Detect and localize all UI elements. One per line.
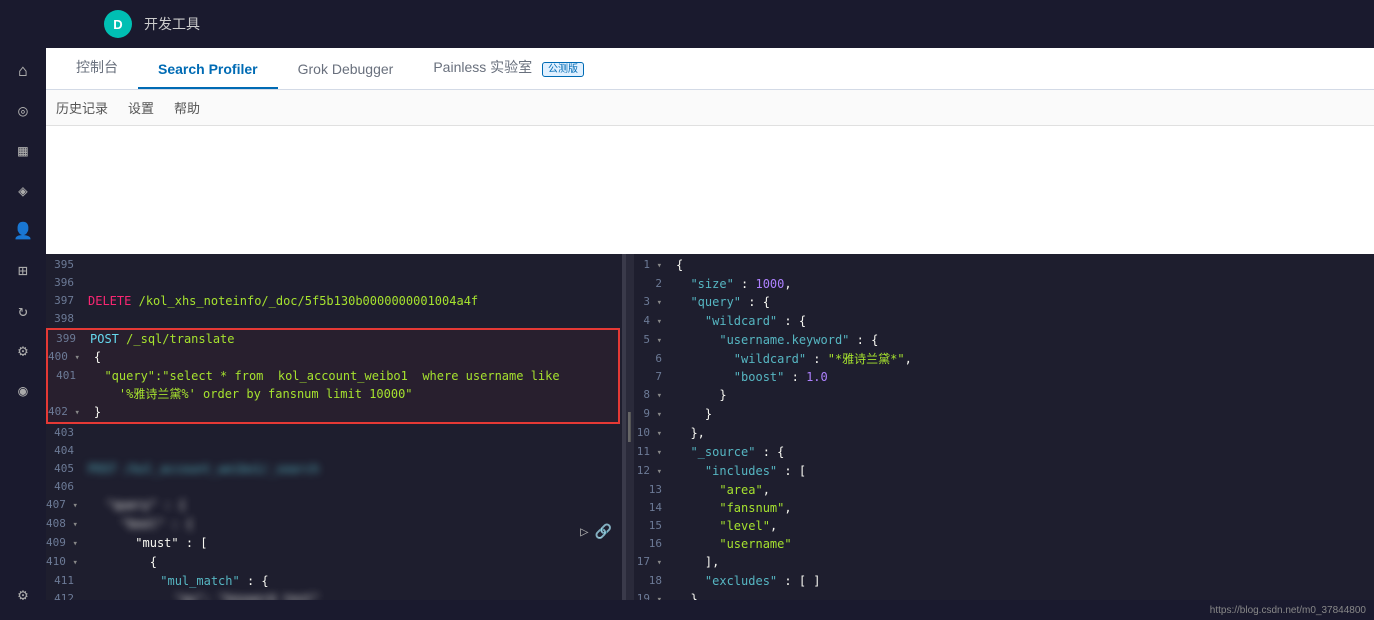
sidebar-icon-alert[interactable]: ◉ — [5, 372, 41, 408]
code-line-408: 408 ▾ "bool" : { — [46, 515, 622, 534]
json-line-14: 14 "fansnum", — [634, 499, 1374, 517]
subnav-history[interactable]: 历史记录 — [56, 98, 108, 117]
badge-beta: 公测版 — [542, 62, 584, 77]
sidebar: ⌂ ◎ ▦ ◈ 👤 ⊞ ↻ ⚙ ◉ ⚙ — [0, 0, 46, 620]
logo-circle: D — [104, 10, 132, 38]
json-line-8: 8 ▾ } — [634, 386, 1374, 405]
subnav-help[interactable]: 帮助 — [174, 98, 200, 117]
code-line-399: 399 POST /_sql/translate — [48, 330, 618, 348]
sidebar-icon-layers[interactable]: ⊞ — [5, 252, 41, 288]
code-line-409: 409 ▾ "must" : [ — [46, 534, 622, 553]
sidebar-icon-tag[interactable]: ◈ — [5, 172, 41, 208]
tab-search-profiler[interactable]: Search Profiler — [138, 51, 278, 89]
editor-actions: ▷ 🔗 — [580, 524, 612, 540]
code-line-404: 404 — [46, 442, 622, 460]
code-line-412: 412 "qu": "keyword text" — [46, 590, 622, 600]
json-line-10: 10 ▾ }, — [634, 424, 1374, 443]
json-line-9: 9 ▾ } — [634, 405, 1374, 424]
tab-console[interactable]: 控制台 — [56, 47, 138, 89]
json-line-18: 18 "excludes" : [ ] — [634, 572, 1374, 590]
json-line-3: 3 ▾ "query" : { — [634, 293, 1374, 312]
json-line-5: 5 ▾ "username.keyword" : { — [634, 331, 1374, 350]
statusbar: https://blog.csdn.net/m0_37844800 — [46, 600, 1374, 620]
sidebar-icon-users[interactable]: ⚙ — [5, 332, 41, 368]
statusbar-url: https://blog.csdn.net/m0_37844800 — [1210, 605, 1366, 616]
subnav-settings[interactable]: 设置 — [128, 98, 154, 117]
link-icon[interactable]: 🔗 — [595, 524, 612, 540]
tab-grok-debugger[interactable]: Grok Debugger — [278, 51, 414, 89]
panel-splitter[interactable] — [626, 254, 634, 600]
json-line-16: 16 "username" — [634, 535, 1374, 553]
json-line-1: 1 ▾ { — [634, 256, 1374, 275]
json-line-13: 13 "area", — [634, 481, 1374, 499]
json-line-7: 7 "boost" : 1.0 — [634, 368, 1374, 386]
sidebar-icon-settings[interactable]: ⚙ — [5, 576, 41, 612]
sidebar-icon-chart[interactable]: ▦ — [5, 132, 41, 168]
code-line-410: 410 ▾ { — [46, 553, 622, 572]
sidebar-icon-home[interactable]: ⌂ — [5, 52, 41, 88]
code-line-406: 406 — [46, 478, 622, 496]
json-line-12: 12 ▾ "includes" : [ — [634, 462, 1374, 481]
sidebar-icon-user[interactable]: 👤 — [5, 212, 41, 248]
left-code-panel: 395 396 397 DELETE /kol_xhs_noteinfo/_do… — [46, 254, 626, 600]
json-line-15: 15 "level", — [634, 517, 1374, 535]
code-line-403: 403 — [46, 424, 622, 442]
code-line-405: 405 POST /kol_account_weibo1/_search — [46, 460, 622, 478]
code-line-401: 401 "query":"select * from kol_account_w… — [48, 367, 618, 403]
json-line-2: 2 "size" : 1000, — [634, 275, 1374, 293]
code-line-400: 400 ▾ { — [48, 348, 618, 367]
json-line-17: 17 ▾ ], — [634, 553, 1374, 572]
code-line-402: 402 ▾ } — [48, 403, 618, 422]
sidebar-icon-clock[interactable]: ◎ — [5, 92, 41, 128]
code-line-407: 407 ▾ "query" : { — [46, 496, 622, 515]
run-icon[interactable]: ▷ — [580, 524, 588, 540]
code-line-398: 398 — [46, 310, 622, 328]
code-line-396: 396 — [46, 274, 622, 292]
json-line-11: 11 ▾ "_source" : { — [634, 443, 1374, 462]
code-line-397: 397 DELETE /kol_xhs_noteinfo/_doc/5f5b13… — [46, 292, 622, 310]
code-line-395: 395 — [46, 256, 622, 274]
right-json-panel: 1 ▾ { 2 "size" : 1000, 3 ▾ "query" : { 4… — [634, 254, 1374, 600]
app-name: 开发工具 — [144, 14, 200, 34]
json-line-19: 19 ▾ }, — [634, 590, 1374, 600]
tab-painless[interactable]: Painless 实验室 公测版 — [413, 47, 604, 89]
code-line-411: 411 "mul_match" : { — [46, 572, 622, 590]
json-line-4: 4 ▾ "wildcard" : { — [634, 312, 1374, 331]
sidebar-icon-refresh[interactable]: ↻ — [5, 292, 41, 328]
json-line-6: 6 "wildcard" : "*雅诗兰黛*", — [634, 350, 1374, 368]
